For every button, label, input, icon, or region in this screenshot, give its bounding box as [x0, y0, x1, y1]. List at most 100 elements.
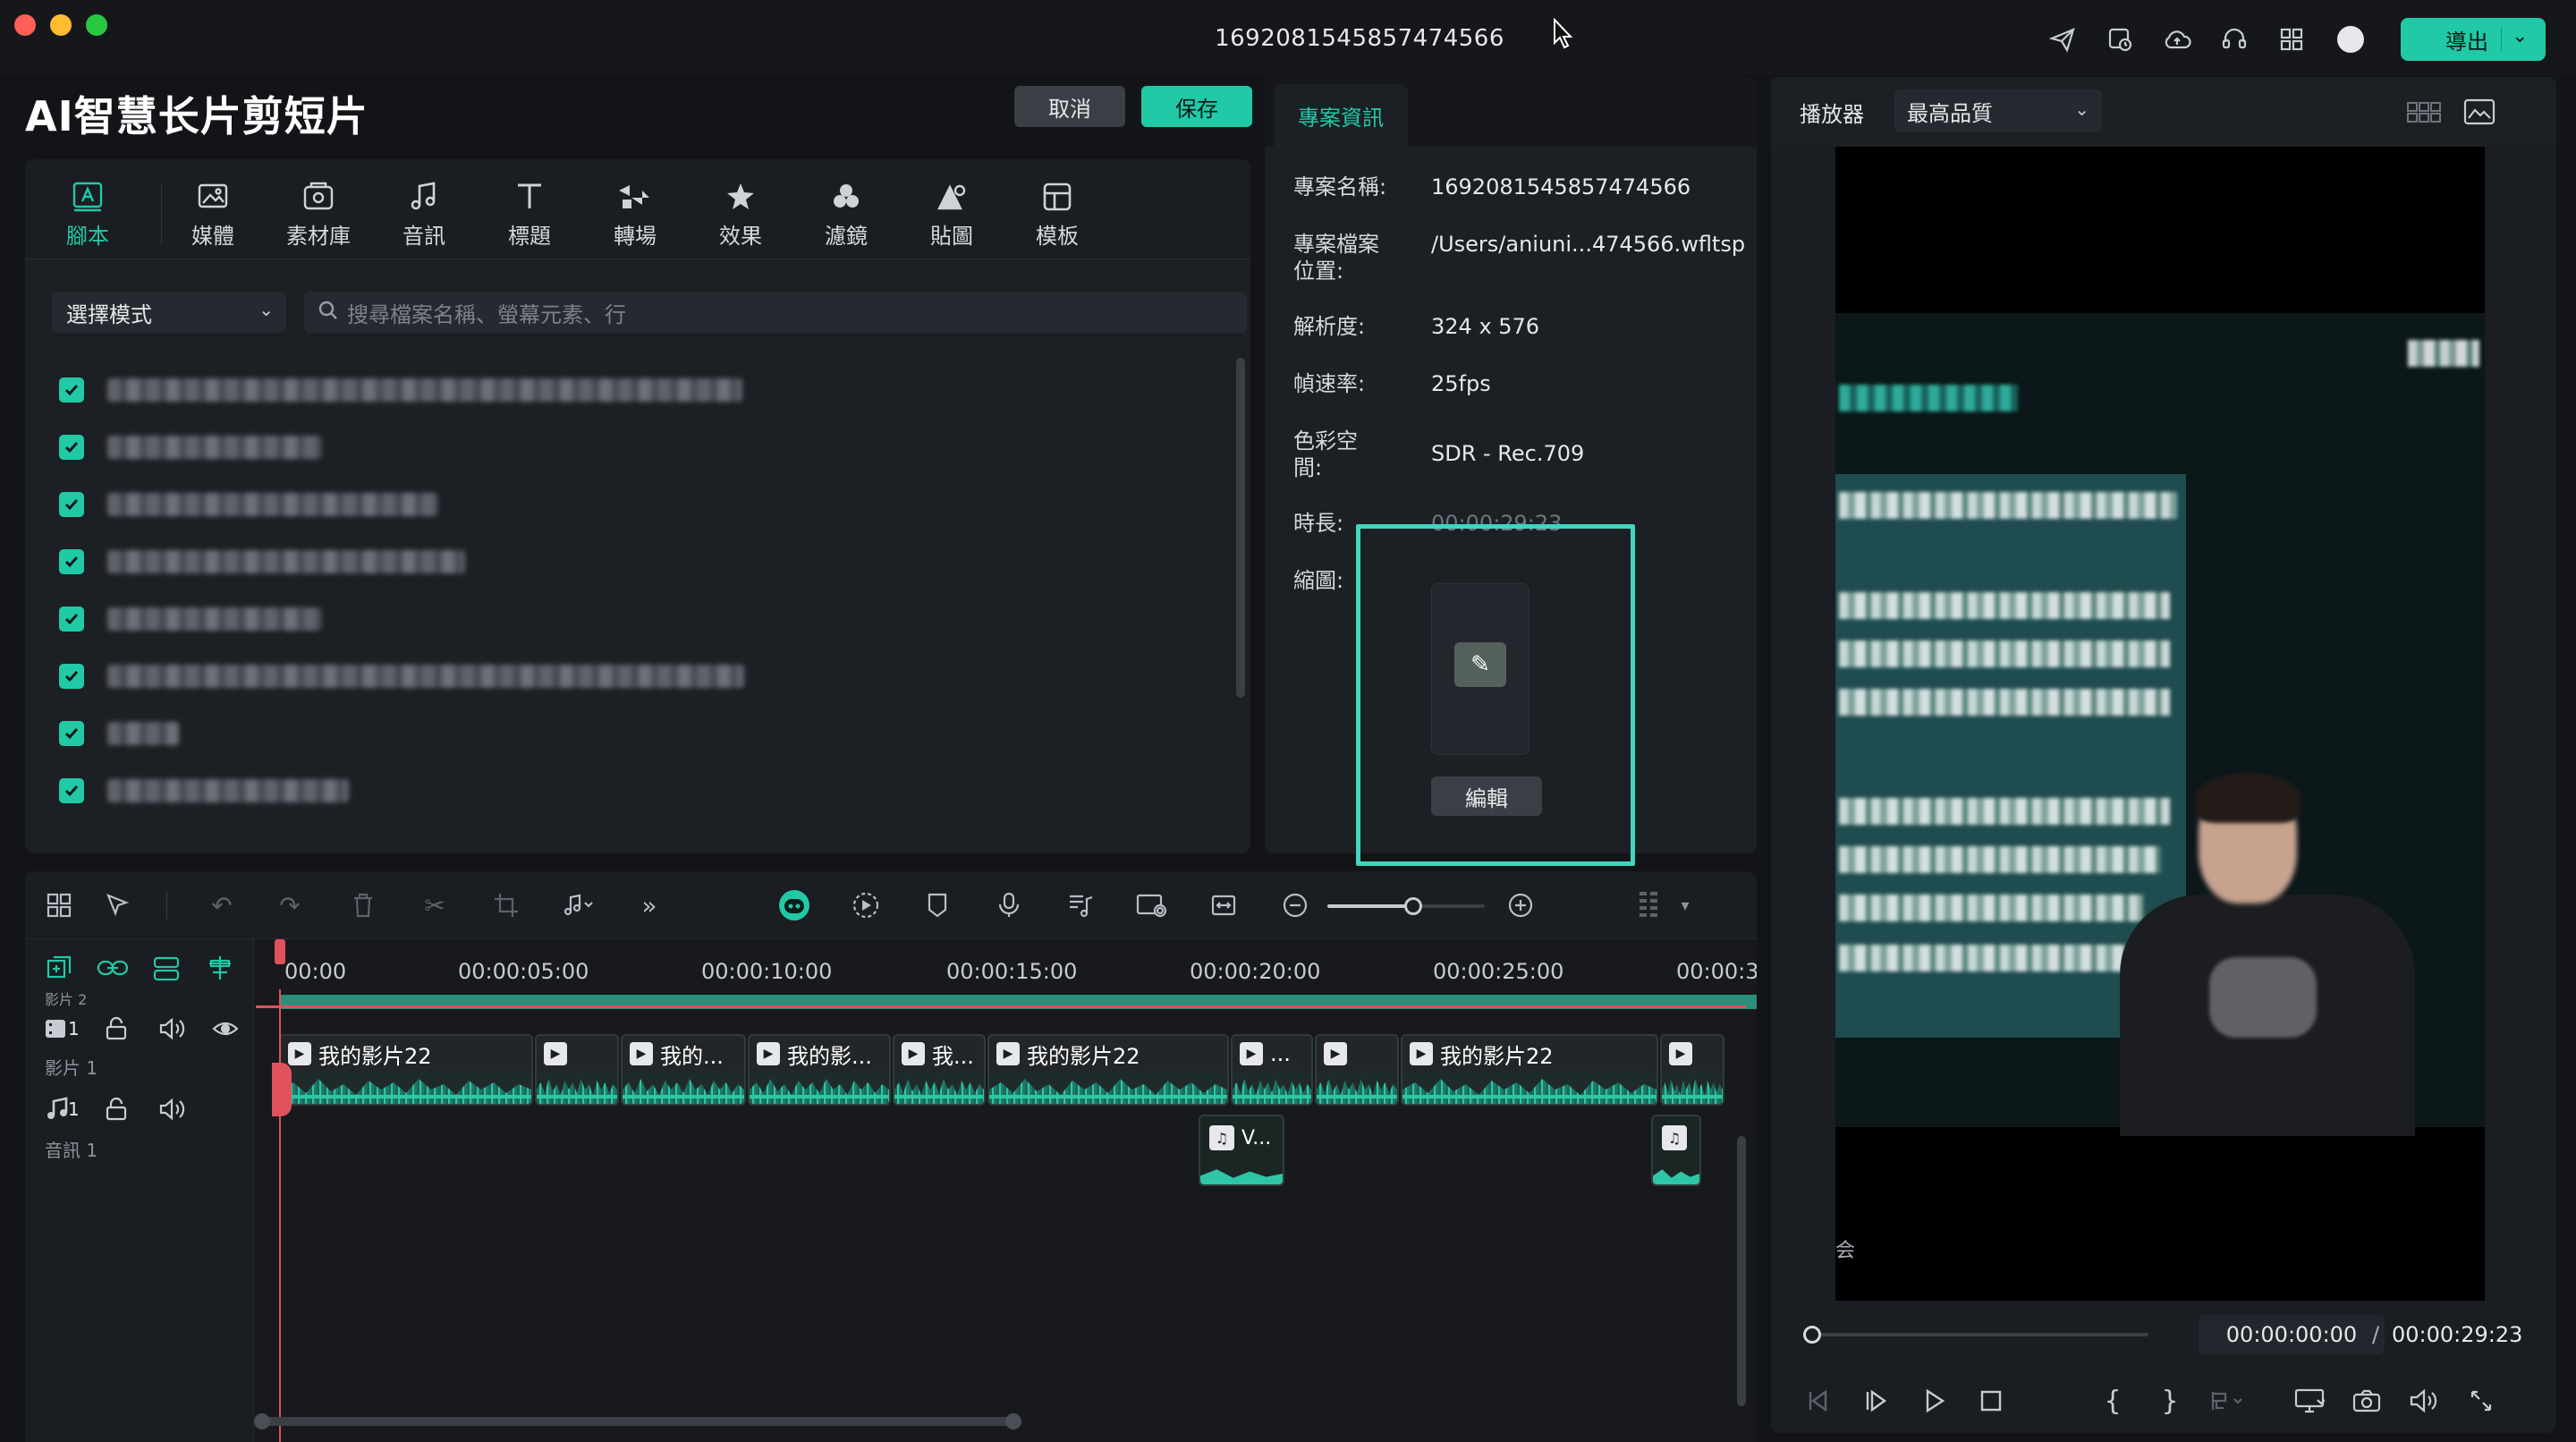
vertical-scrollbar[interactable]: [1236, 358, 1245, 698]
track-settings-icon[interactable]: [1631, 887, 1667, 923]
tab-script[interactable]: 腳本: [43, 179, 132, 250]
track-group-icon[interactable]: [148, 950, 184, 986]
video-clip[interactable]: ▶...: [1231, 1034, 1313, 1106]
grid-view-icon[interactable]: [2406, 97, 2442, 127]
playhead-marker[interactable]: [275, 939, 285, 964]
mark-in-icon[interactable]: {: [2095, 1383, 2131, 1419]
playhead[interactable]: [279, 989, 281, 1442]
video-clip[interactable]: ▶ 我...: [893, 1034, 986, 1106]
audio-list-icon[interactable]: [1063, 887, 1098, 923]
checkbox[interactable]: [59, 492, 84, 517]
add-track-icon[interactable]: [41, 950, 77, 986]
time-ruler[interactable]: 00:00 00:00:05:00 00:00:10:00 00:00:15:0…: [254, 939, 1757, 993]
checkbox[interactable]: [59, 435, 84, 460]
mark-out-icon[interactable]: }: [2152, 1383, 2188, 1419]
tab-audio[interactable]: 音訊: [379, 179, 469, 250]
snap-icon[interactable]: [202, 950, 238, 986]
video-clip[interactable]: ▶: [535, 1034, 619, 1106]
crop-icon[interactable]: [488, 887, 524, 923]
export-button[interactable]: 導出 ⌄: [2401, 18, 2546, 61]
current-time[interactable]: 00:00:00:00: [2199, 1315, 2385, 1354]
redo-icon[interactable]: ↷: [272, 887, 308, 923]
save-button[interactable]: 保存: [1141, 86, 1252, 127]
script-line[interactable]: [59, 773, 349, 809]
pencil-icon[interactable]: ✎: [1454, 642, 1506, 687]
cancel-button[interactable]: 取消: [1014, 86, 1125, 127]
fullscreen-icon[interactable]: [2463, 1383, 2499, 1419]
play-icon[interactable]: [1916, 1383, 1952, 1419]
next-frame-icon[interactable]: [1859, 1383, 1894, 1419]
checkbox[interactable]: [59, 721, 84, 746]
schedule-icon[interactable]: [2104, 23, 2136, 55]
tab-project-info[interactable]: 專案資訊: [1274, 84, 1408, 147]
script-line[interactable]: [59, 372, 742, 408]
previous-frame-icon[interactable]: [1801, 1383, 1837, 1419]
script-line[interactable]: [59, 601, 322, 637]
camera-icon[interactable]: [2349, 1383, 2385, 1419]
lock-icon[interactable]: [98, 1091, 134, 1127]
audio-adjust-icon[interactable]: [558, 887, 594, 923]
tab-media[interactable]: 媒體: [168, 179, 258, 250]
auto-highlight-icon[interactable]: [848, 887, 884, 923]
checkbox[interactable]: [59, 664, 84, 689]
checkbox[interactable]: [59, 778, 84, 803]
chevron-down-icon[interactable]: ⌄: [2512, 25, 2528, 47]
layout-icon[interactable]: [41, 887, 77, 923]
ai-assistant-icon[interactable]: [776, 887, 812, 923]
volume-icon[interactable]: [154, 1011, 190, 1047]
tab-transition[interactable]: 轉場: [590, 179, 680, 250]
video-clip[interactable]: ▶ 我的影片22: [279, 1034, 533, 1106]
eye-icon[interactable]: [208, 1011, 243, 1047]
screen-record-icon[interactable]: [1134, 887, 1170, 923]
volume-icon[interactable]: [154, 1091, 190, 1127]
image-icon[interactable]: [2462, 97, 2497, 127]
timeline-horizontal-scrollbar[interactable]: [254, 1413, 1021, 1429]
tab-filter[interactable]: 濾鏡: [801, 179, 891, 250]
fit-icon[interactable]: [1206, 887, 1241, 923]
quality-select[interactable]: 最高品質 ⌄: [1894, 89, 2102, 132]
tab-template[interactable]: 模板: [1013, 179, 1102, 250]
more-tools-icon[interactable]: »: [631, 887, 667, 923]
tab-title[interactable]: 標題: [485, 179, 574, 250]
video-clip[interactable]: ▶: [1315, 1034, 1399, 1106]
audio-clip[interactable]: ♫ V...: [1199, 1115, 1284, 1186]
tab-sticker[interactable]: 貼圖: [907, 179, 996, 250]
undo-icon[interactable]: ↶: [204, 887, 240, 923]
zoom-slider-knob[interactable]: [1404, 897, 1422, 915]
scissors-icon[interactable]: ✂: [417, 887, 453, 923]
avatar[interactable]: [2334, 23, 2367, 55]
volume-icon[interactable]: [2406, 1383, 2442, 1419]
zoom-in-icon[interactable]: [1503, 887, 1538, 923]
video-track-2[interactable]: [254, 995, 1757, 1011]
video-clip[interactable]: ▶ 我的影片22: [987, 1034, 1229, 1106]
audio-clip[interactable]: ♫: [1651, 1115, 1701, 1186]
timeline-vertical-scrollbar[interactable]: [1737, 1136, 1746, 1406]
playback-progress-knob[interactable]: [1803, 1326, 1821, 1344]
marker-icon[interactable]: [919, 887, 955, 923]
delete-icon[interactable]: [345, 887, 381, 923]
video-clip[interactable]: ▶ 我的影片22: [1401, 1034, 1658, 1106]
microphone-icon[interactable]: [991, 887, 1027, 923]
select-tool-icon[interactable]: [100, 887, 136, 923]
grid-icon[interactable]: [2275, 23, 2308, 55]
cloud-icon[interactable]: [2161, 23, 2193, 55]
link-icon[interactable]: [95, 950, 131, 986]
script-line[interactable]: [59, 716, 179, 751]
mode-select[interactable]: 選擇模式 ⌄: [52, 292, 286, 333]
headset-icon[interactable]: [2218, 23, 2250, 55]
video-track-1[interactable]: ▶ 我的影片22 ▶ ▶ 我的... ▶ 我的影... ▶ 我... ▶ 我的影片22 ▶…: [254, 1034, 1757, 1106]
playback-progress-track[interactable]: [1810, 1333, 2148, 1336]
video-clip[interactable]: ▶ 我的影...: [748, 1034, 891, 1106]
tab-stock-library[interactable]: 素材庫: [274, 179, 363, 250]
script-line[interactable]: [59, 487, 438, 522]
playhead-handle[interactable]: [272, 1063, 292, 1116]
script-line[interactable]: [59, 429, 322, 465]
script-line[interactable]: [59, 544, 465, 580]
video-clip[interactable]: ▶: [1660, 1034, 1724, 1106]
display-icon[interactable]: [2292, 1383, 2327, 1419]
stop-icon[interactable]: [1973, 1383, 2009, 1419]
insert-clip-icon[interactable]: [2209, 1383, 2245, 1419]
checkbox[interactable]: [59, 549, 84, 574]
script-line[interactable]: [59, 658, 744, 694]
video-preview[interactable]: 会: [1835, 147, 2485, 1301]
